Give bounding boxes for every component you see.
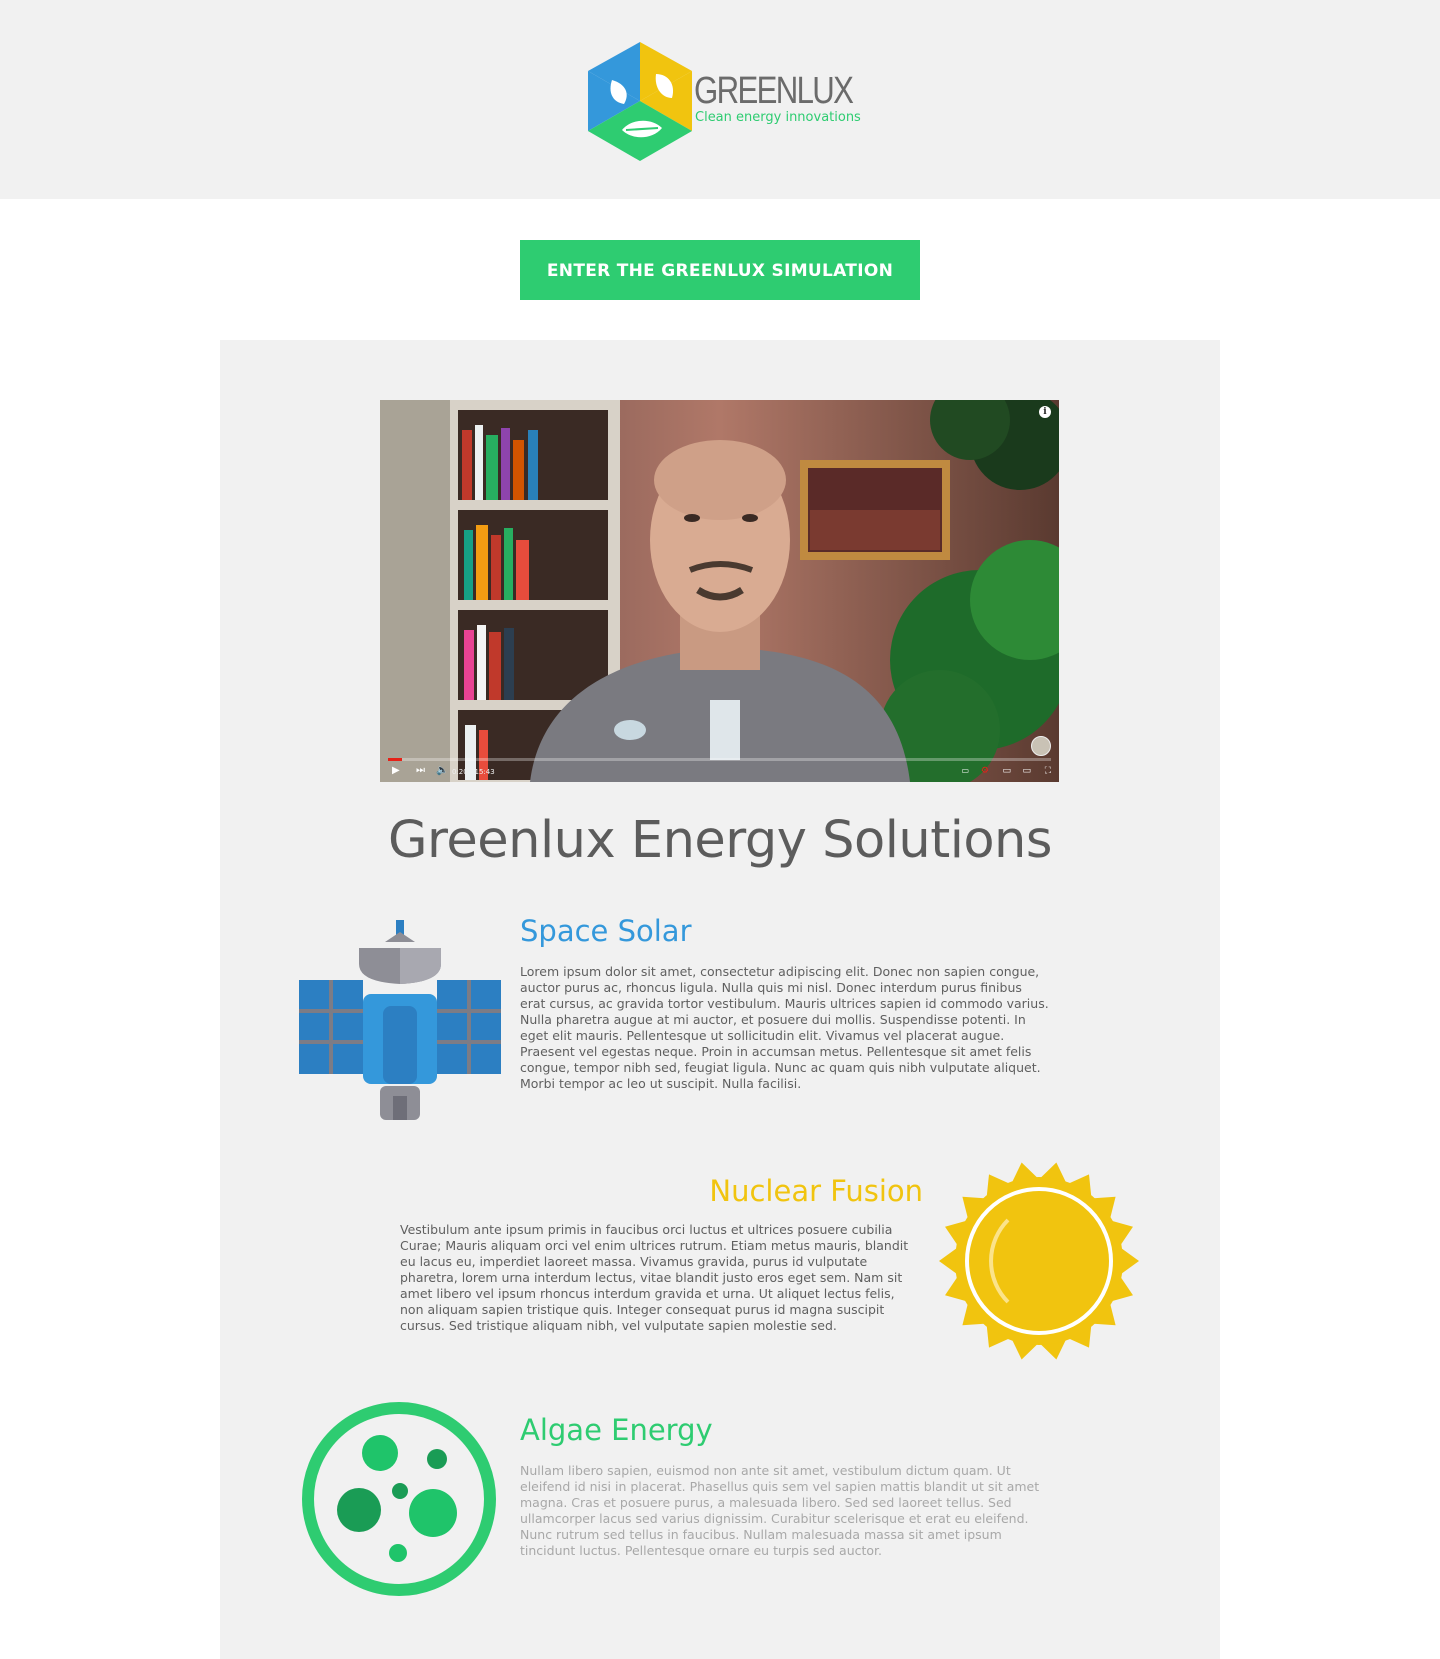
cast-icon[interactable]: ▭ [1022, 764, 1031, 778]
feature-text-space-solar: Lorem ipsum dolor sit amet, consectetur … [520, 964, 1049, 1091]
miniplayer-icon[interactable]: ▭ [1002, 764, 1011, 778]
next-icon[interactable]: ⏭ [416, 764, 425, 778]
feature-text-algae-energy: Nullam libero sapien, euismod non ante s… [520, 1463, 1040, 1558]
captions-icon[interactable]: ▭ [961, 764, 969, 778]
enter-simulation-button[interactable]: ENTER THE GREENLUX SIMULATION [520, 240, 920, 300]
feature-title-algae-energy: Algae Energy [520, 1413, 713, 1447]
video-controls: ▶ ⏭ 🔈 0:20 / 15:43 ▭ ⚙ ▭ ▭ ⛶ [380, 760, 1059, 782]
feature-title-nuclear-fusion: Nuclear Fusion [709, 1174, 923, 1208]
fullscreen-icon[interactable]: ⛶ [1045, 764, 1051, 778]
page-title: Greenlux Energy Solutions [388, 811, 1052, 870]
satellite-icon [299, 920, 501, 1120]
volume-icon[interactable]: 🔈 [436, 764, 448, 778]
sun-icon [939, 1162, 1139, 1360]
greenlux-logo[interactable]: GREENLUX Clean energy innovations [586, 40, 861, 162]
brand-tagline: Clean energy innovations [695, 110, 861, 125]
brand-name: GREENLUX [694, 70, 854, 112]
play-icon[interactable]: ▶ [392, 764, 400, 778]
feature-title-space-solar: Space Solar [520, 914, 692, 948]
greenlux-logo-icon [588, 42, 692, 161]
video-frame [380, 400, 1059, 782]
algae-cell-icon [302, 1402, 496, 1596]
channel-avatar[interactable] [1031, 736, 1051, 756]
settings-icon[interactable]: ⚙ [981, 764, 989, 778]
info-icon[interactable]: i [1039, 406, 1051, 418]
video-time: 0:20 / 15:43 [452, 768, 495, 776]
video-player[interactable]: i ▶ ⏭ 🔈 0:20 / 15:43 ▭ ⚙ ▭ ▭ ⛶ [380, 400, 1059, 782]
feature-text-nuclear-fusion: Vestibulum ante ipsum primis in faucibus… [400, 1222, 909, 1333]
site-header: GREENLUX Clean energy innovations [0, 0, 1440, 199]
